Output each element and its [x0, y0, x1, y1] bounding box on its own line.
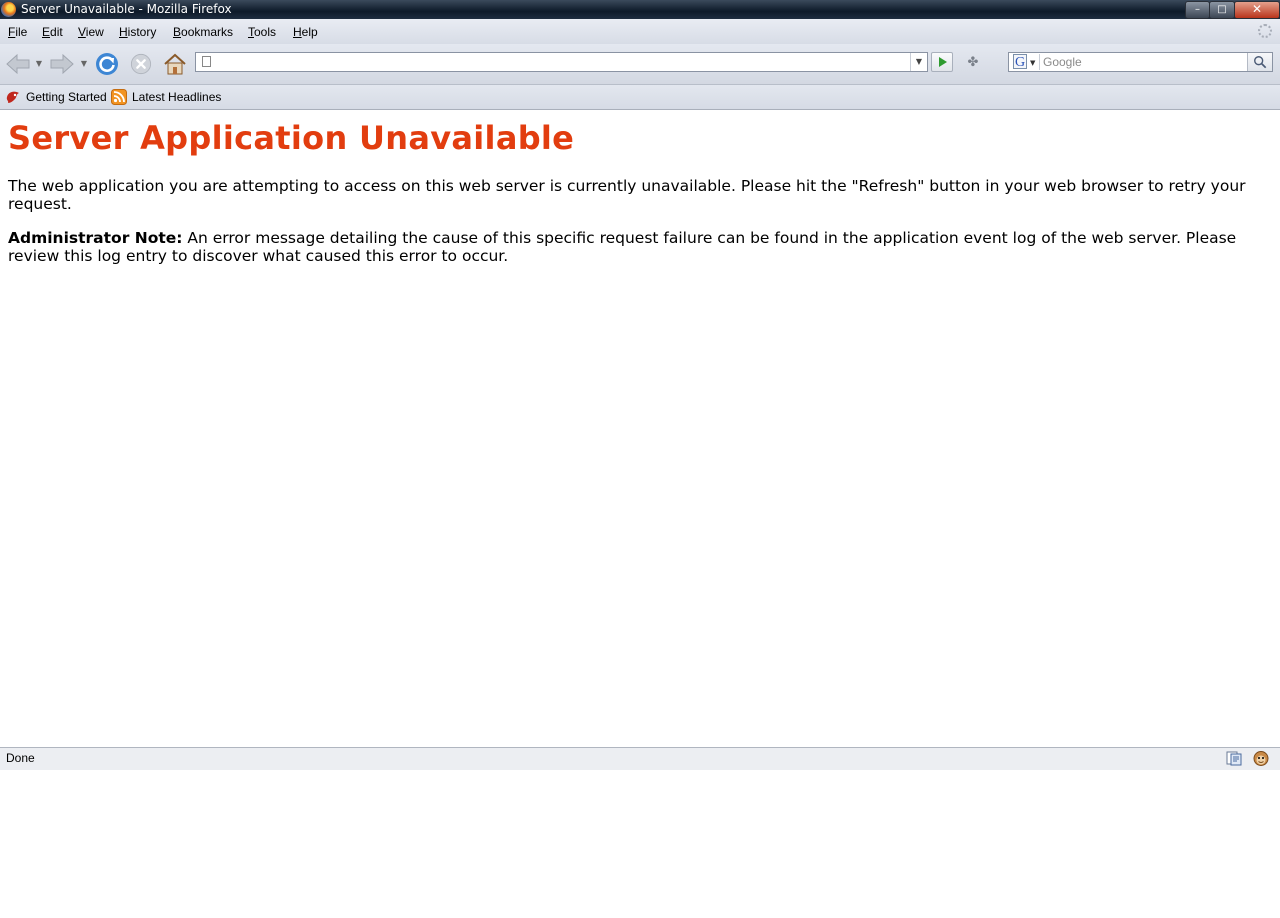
stop-button[interactable] [129, 52, 153, 76]
bookmark-latest-headlines[interactable]: Latest Headlines [111, 89, 221, 105]
home-icon [164, 53, 186, 75]
menu-tools[interactable]: Tools [248, 25, 276, 39]
url-bar[interactable]: ▼ [195, 52, 928, 72]
note-label: Administrator Note: [8, 229, 183, 247]
greasemonkey-icon[interactable] [1253, 751, 1269, 766]
menu-view[interactable]: View [78, 25, 104, 39]
page-icon [202, 56, 211, 67]
url-history-dropdown[interactable]: ▼ [910, 53, 927, 71]
rss-feed-icon [111, 89, 127, 105]
administrator-note: Administrator Note: An error message det… [8, 229, 1258, 265]
extension-icon[interactable]: ✤ [964, 55, 982, 71]
throbber-icon [1258, 24, 1272, 38]
note-text: An error message detailing the cause of … [8, 229, 1237, 265]
search-button[interactable] [1247, 53, 1272, 71]
bookmark-getting-started[interactable]: Getting Started [5, 89, 107, 105]
maximize-button[interactable]: □ [1209, 1, 1235, 19]
search-icon [1254, 56, 1267, 69]
firefox-icon [1, 2, 16, 17]
menu-bookmarks[interactable]: Bookmarks [173, 25, 233, 39]
error-description: The web application you are attempting t… [8, 177, 1246, 213]
menu-edit[interactable]: Edit [42, 25, 63, 39]
back-arrow-icon [6, 53, 30, 75]
menu-file[interactable]: File [8, 25, 27, 39]
search-input[interactable] [1043, 53, 1247, 71]
stop-icon [130, 53, 152, 75]
menu-help[interactable]: Help [293, 25, 318, 39]
go-button[interactable] [931, 52, 953, 72]
chevron-down-icon: ▼ [1030, 59, 1036, 67]
google-icon: G [1013, 54, 1027, 70]
menu-history[interactable]: History [119, 25, 156, 39]
forward-arrow-icon [50, 53, 74, 75]
bookmarks-toolbar: Getting Started Latest Headlines [0, 85, 1280, 110]
window-title: Server Unavailable - Mozilla Firefox [21, 2, 232, 16]
close-button[interactable]: ✕ [1234, 1, 1280, 19]
home-button[interactable] [162, 51, 188, 77]
status-bar: Done [0, 747, 1280, 770]
getting-started-icon [5, 89, 21, 105]
url-input[interactable] [216, 53, 906, 71]
minimize-button[interactable]: – [1185, 1, 1210, 19]
forward-history-dropdown[interactable]: ▼ [80, 59, 88, 68]
back-history-dropdown[interactable]: ▼ [35, 59, 43, 68]
bookmark-label: Getting Started [26, 90, 107, 104]
title-bar: Server Unavailable - Mozilla Firefox – □… [0, 0, 1280, 19]
forward-button[interactable] [48, 51, 76, 77]
menu-bar: File Edit View History Bookmarks Tools H… [0, 19, 1280, 44]
reload-button[interactable] [94, 51, 120, 77]
search-bar[interactable]: G ▼ [1008, 52, 1273, 72]
reload-icon [96, 53, 118, 75]
search-engine-selector[interactable]: G ▼ [1011, 54, 1040, 70]
back-button[interactable] [4, 51, 32, 77]
page-title: Server Application Unavailable [8, 119, 575, 157]
page-content: Server Application Unavailable The web a… [0, 110, 1280, 747]
page-info-icon[interactable] [1226, 751, 1242, 766]
status-text: Done [6, 751, 35, 765]
bookmark-label: Latest Headlines [132, 90, 222, 104]
